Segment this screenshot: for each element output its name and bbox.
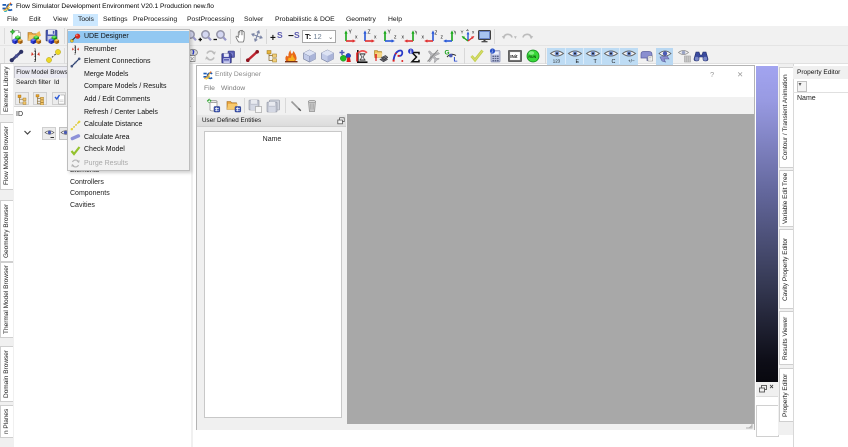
svg-text:x: x [422, 35, 425, 41]
svg-text:3: 3 [74, 51, 76, 55]
svg-text:z: z [441, 35, 444, 41]
svg-text:Z: Z [368, 30, 371, 36]
svg-text:C: C [612, 59, 616, 64]
svg-text:+/−: +/− [628, 59, 635, 64]
svg-text:INit: INit [510, 54, 518, 59]
svg-text:Y: Y [388, 30, 392, 36]
svg-text:z: z [394, 35, 397, 41]
svg-text:Y: Y [415, 31, 418, 37]
svg-text:Y: Y [461, 30, 464, 35]
svg-text:3: 3 [34, 58, 37, 63]
svg-text:1: 1 [34, 52, 37, 57]
svg-text:Z: Z [466, 29, 469, 32]
svg-text:L: L [454, 57, 458, 64]
svg-text:x: x [402, 35, 405, 41]
svg-text:Y: Y [349, 30, 353, 36]
svg-text:x: x [355, 35, 358, 41]
svg-text:Y: Y [454, 31, 457, 37]
svg-text:RUN: RUN [528, 55, 536, 59]
svg-text:123: 123 [553, 59, 561, 64]
svg-text:Z: Z [435, 31, 438, 37]
svg-text:E: E [576, 59, 580, 64]
svg-text:x: x [374, 35, 377, 41]
svg-text:T: T [594, 59, 598, 64]
svg-text:x: x [472, 30, 475, 35]
